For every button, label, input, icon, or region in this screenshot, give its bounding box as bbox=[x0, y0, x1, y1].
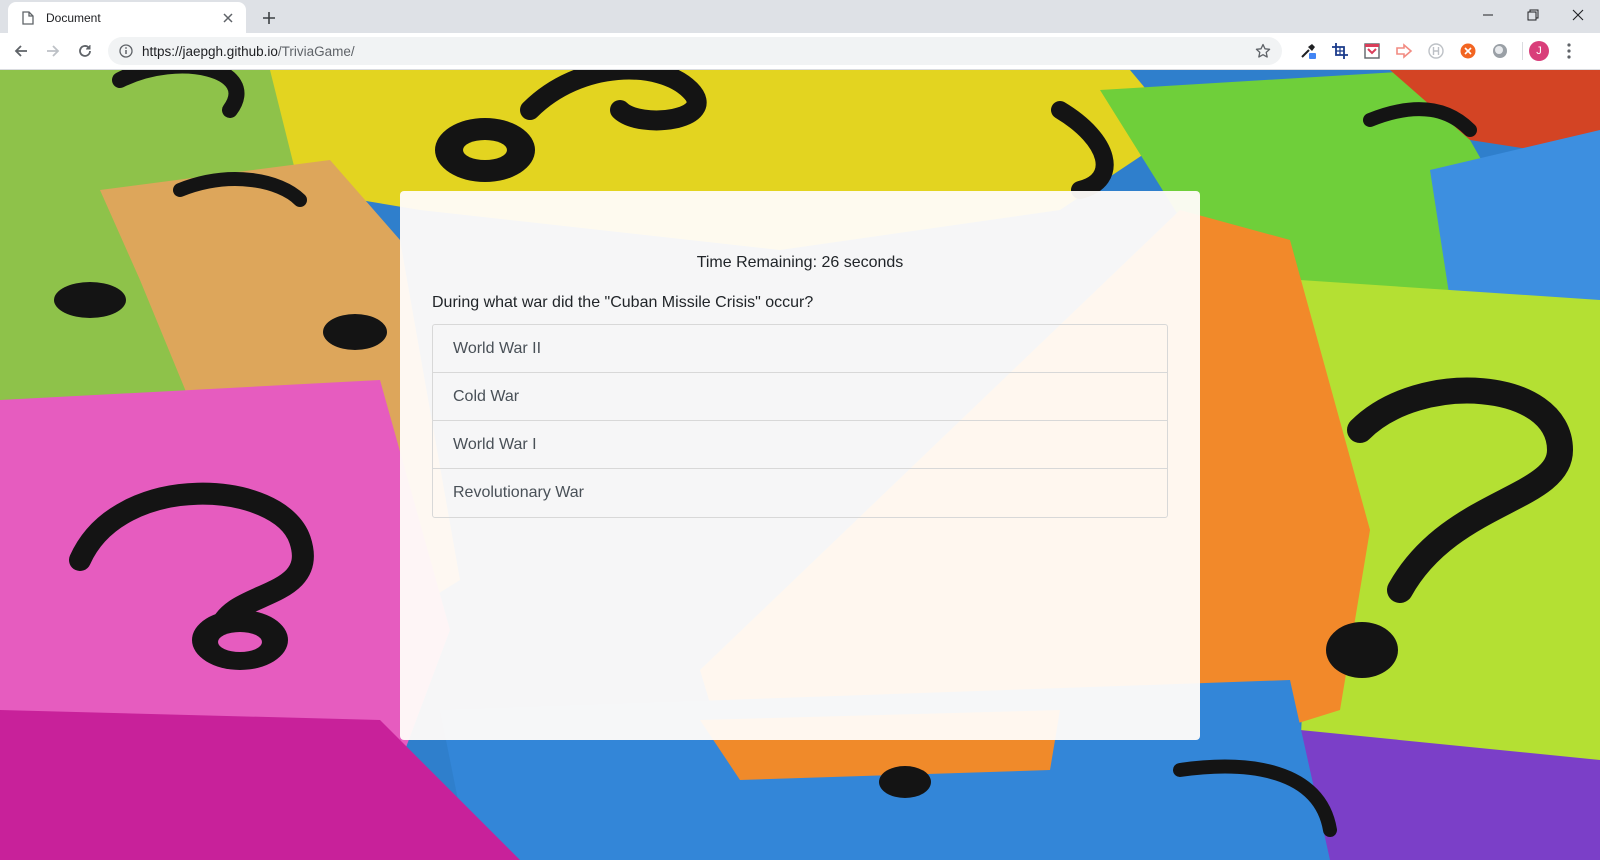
tab-title: Document bbox=[46, 10, 101, 25]
back-button[interactable] bbox=[8, 38, 34, 64]
document-icon bbox=[20, 10, 36, 26]
timer-text: Time Remaining: 26 seconds bbox=[696, 254, 904, 271]
forward-button[interactable] bbox=[40, 38, 66, 64]
minimize-icon bbox=[1482, 14, 1493, 16]
star-icon[interactable] bbox=[1254, 42, 1272, 60]
back-arrow-icon bbox=[14, 45, 27, 57]
h-ext-icon[interactable] bbox=[1424, 39, 1448, 63]
toolbar-separator bbox=[1522, 42, 1523, 60]
info-icon[interactable] bbox=[118, 43, 134, 59]
question-text: During what war did the "Cuban Missile C… bbox=[432, 294, 814, 311]
restore-icon bbox=[1527, 9, 1538, 21]
circle-ext-icon[interactable] bbox=[1488, 39, 1512, 63]
address-bar[interactable]: https://jaepgh.github.io/TriviaGame/ bbox=[108, 37, 1282, 65]
reload-button[interactable] bbox=[72, 38, 98, 64]
answer-option[interactable]: Cold War bbox=[433, 373, 1167, 421]
eyedropper-icon[interactable] bbox=[1296, 39, 1320, 63]
close-window-icon bbox=[1572, 9, 1583, 21]
extensions-row: J bbox=[1296, 39, 1577, 63]
reload-icon bbox=[79, 45, 91, 57]
arrow-ext-icon[interactable] bbox=[1392, 39, 1416, 63]
orange-ext-icon[interactable] bbox=[1456, 39, 1480, 63]
plus-icon bbox=[263, 12, 275, 24]
restore-button[interactable] bbox=[1510, 0, 1555, 30]
avatar[interactable]: J bbox=[1529, 41, 1549, 61]
close-window-button[interactable] bbox=[1555, 0, 1600, 30]
page-viewport: Time Remaining: 26 seconds During what w… bbox=[0, 70, 1600, 860]
answer-option[interactable]: Revolutionary War bbox=[433, 469, 1167, 517]
minimize-button[interactable] bbox=[1465, 0, 1510, 30]
browser-tab[interactable]: Document bbox=[8, 2, 246, 33]
answer-list: World War II Cold War World War I Revolu… bbox=[432, 324, 1168, 518]
tab-strip: Document bbox=[0, 0, 1600, 33]
vertical-dots-icon[interactable] bbox=[1561, 39, 1577, 63]
answer-option[interactable]: World War II bbox=[433, 325, 1167, 373]
new-tab-button[interactable] bbox=[258, 7, 280, 29]
url-path: /TriviaGame/ bbox=[277, 43, 355, 59]
forward-arrow-icon bbox=[47, 45, 60, 57]
window-controls bbox=[1465, 0, 1600, 30]
url-text: https://jaepgh.github.io/TriviaGame/ bbox=[142, 44, 1254, 59]
close-icon[interactable] bbox=[220, 10, 236, 26]
pocket-icon[interactable] bbox=[1360, 39, 1384, 63]
crop-icon[interactable] bbox=[1328, 39, 1352, 63]
browser-toolbar: https://jaepgh.github.io/TriviaGame/ J bbox=[0, 33, 1600, 70]
url-host: https://jaepgh.github.io bbox=[142, 43, 278, 59]
answer-option[interactable]: World War I bbox=[433, 421, 1167, 469]
trivia-card: Time Remaining: 26 seconds During what w… bbox=[400, 191, 1200, 740]
